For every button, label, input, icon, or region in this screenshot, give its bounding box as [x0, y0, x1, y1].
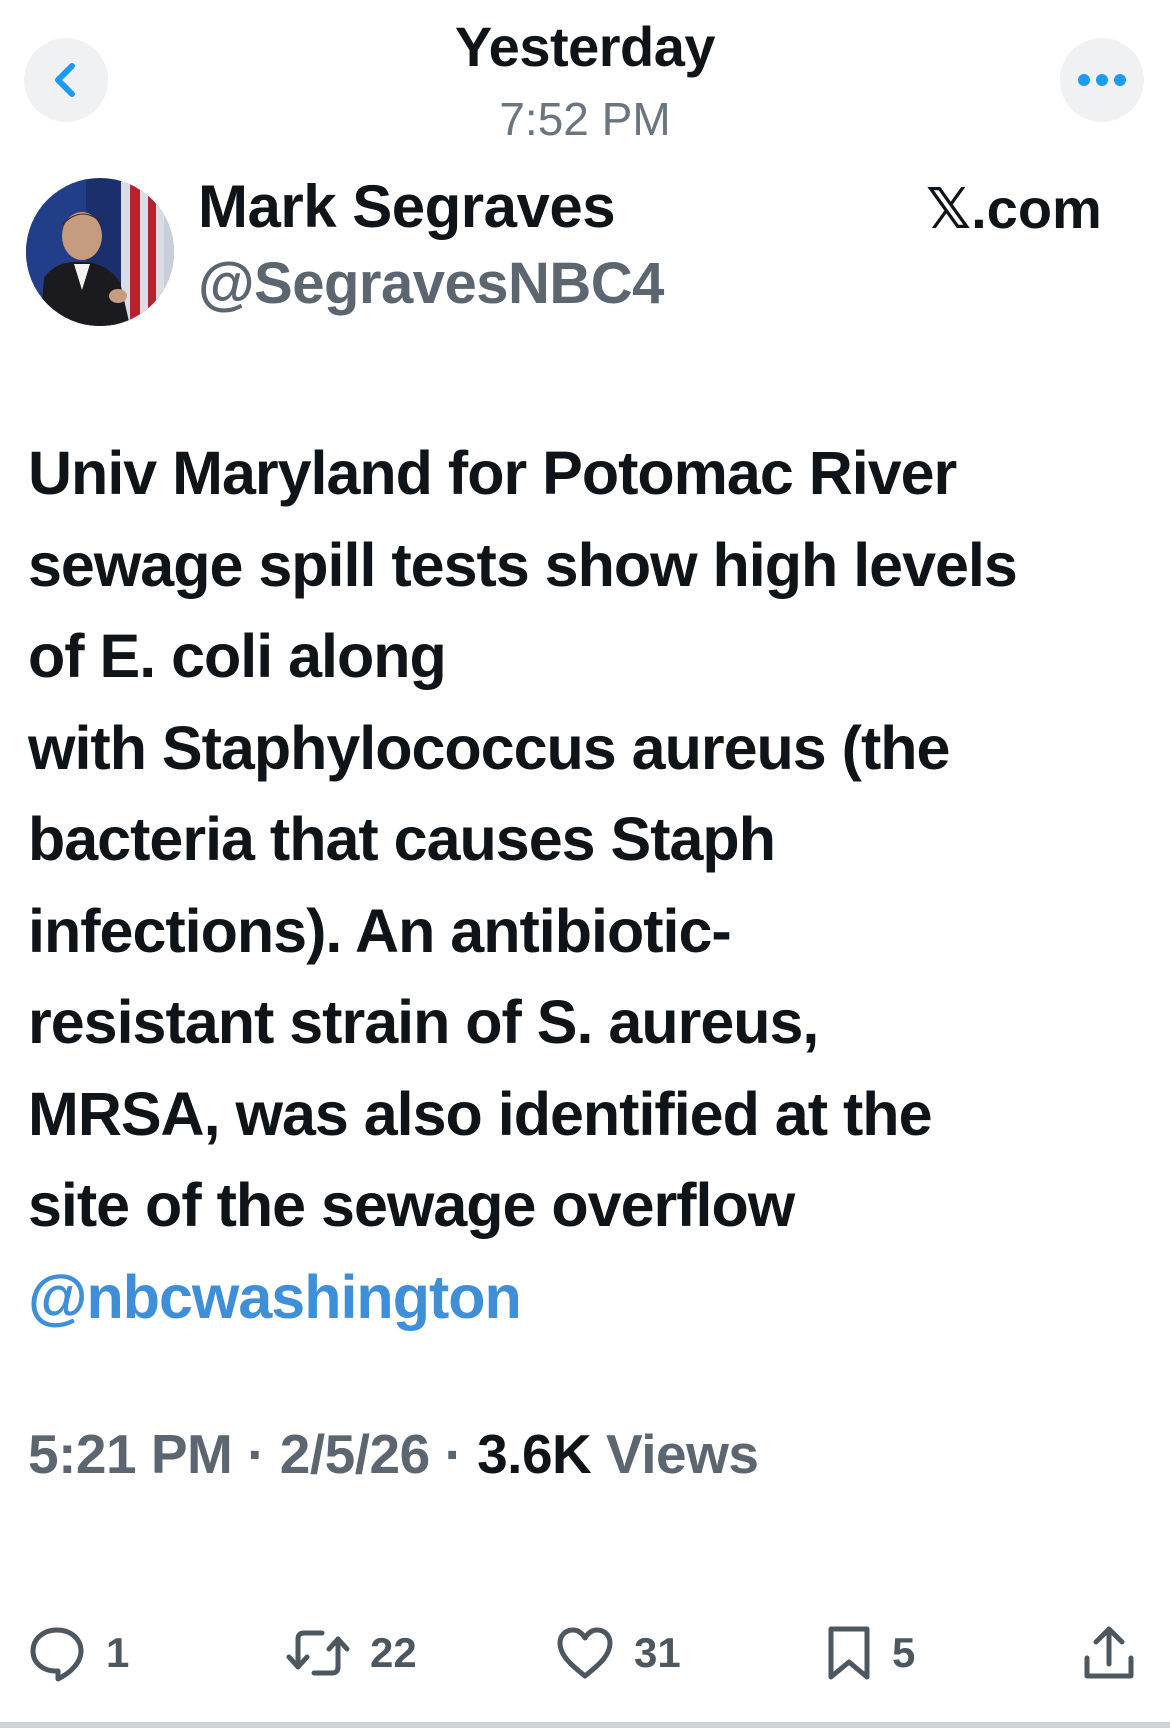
tweet-time: 5:21 PM	[28, 1423, 233, 1485]
heart-icon	[557, 1627, 613, 1679]
tweet-line: of E. coli along	[28, 622, 447, 690]
source-label: 𝕏 .com	[926, 176, 1102, 242]
bookmark-icon	[828, 1626, 870, 1680]
tweet-line: sewage spill tests show high levels	[28, 530, 1018, 599]
author-name[interactable]: Mark Segraves	[198, 172, 616, 241]
tweet-meta: 5:21 PM · 2/5/26 · 3.6K Views	[28, 1422, 759, 1486]
like-button[interactable]: 31	[556, 1620, 681, 1686]
views-label: Views	[591, 1423, 759, 1485]
more-horizontal-icon	[1078, 74, 1126, 86]
reply-count: 1	[106, 1629, 130, 1676]
author-handle[interactable]: @SegravesNBC4	[198, 250, 664, 317]
tweet-line: resistant strain of S. aureus,	[28, 988, 819, 1056]
retweet-button[interactable]: 22	[286, 1620, 417, 1686]
bookmark-button[interactable]: 5	[826, 1620, 915, 1686]
tweet-line: infections). An antibiotic-	[28, 896, 732, 965]
share-button[interactable]	[1082, 1620, 1136, 1686]
header-title: Yesterday	[454, 15, 716, 78]
retweet-icon	[286, 1630, 350, 1676]
tweet-line: with Staphylococcus aureus (the	[28, 713, 950, 782]
tweet-line: site of the sewage overflow	[28, 1171, 795, 1239]
views-count[interactable]: 3.6K	[477, 1423, 592, 1485]
tweet-line: MRSA, was also identified at the	[28, 1079, 933, 1148]
tweet-line: Univ Maryland for Potomac River	[28, 439, 957, 507]
bookmark-count: 5	[892, 1629, 916, 1676]
more-button[interactable]	[1060, 38, 1144, 122]
share-icon	[1084, 1626, 1134, 1679]
avatar-photo	[26, 178, 174, 326]
meta-separator: ·	[232, 1423, 280, 1485]
reply-button[interactable]: 1	[28, 1620, 129, 1686]
retweet-count: 22	[370, 1629, 417, 1676]
x-logo: 𝕏	[926, 177, 972, 242]
like-count: 31	[634, 1629, 681, 1676]
tweet-line: bacteria that causes Staph	[28, 805, 776, 873]
reply-icon	[30, 1627, 84, 1682]
source-domain: .com	[971, 177, 1102, 240]
mention-link[interactable]: @nbcwashington	[28, 1252, 1158, 1344]
tweet-text: Univ Maryland for Potomac River sewage s…	[28, 428, 1158, 1343]
avatar[interactable]	[26, 178, 174, 326]
header-time: 7:52 PM	[499, 93, 671, 145]
tweet-date: 2/5/26	[279, 1423, 430, 1485]
meta-separator: ·	[429, 1423, 478, 1485]
bottom-divider	[0, 1722, 1170, 1728]
